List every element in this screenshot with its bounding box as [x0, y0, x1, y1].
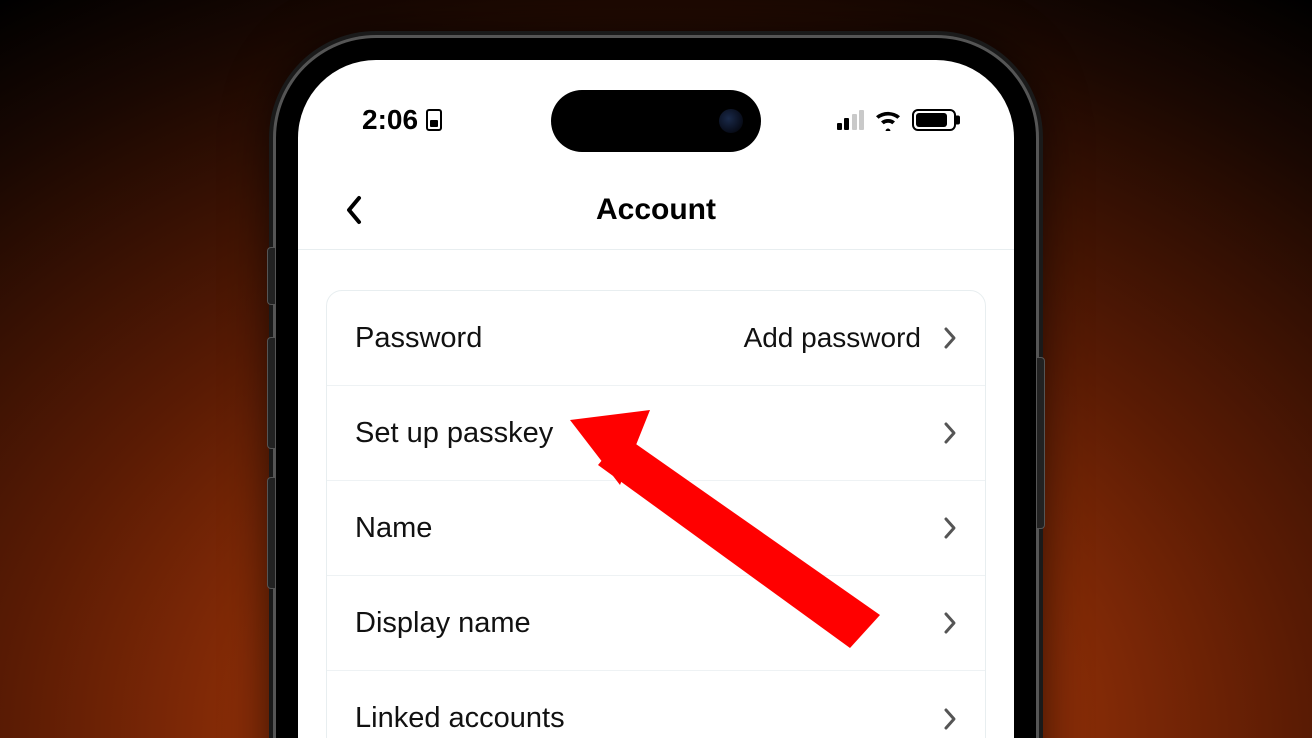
phone-volume-up-button	[268, 338, 275, 448]
row-label: Display name	[355, 607, 531, 640]
phone-side-button	[268, 248, 275, 304]
chevron-right-icon	[943, 707, 957, 731]
linked-accounts-row[interactable]: Linked accounts	[327, 671, 985, 738]
row-label: Linked accounts	[355, 702, 565, 735]
phone-volume-down-button	[268, 478, 275, 588]
sim-icon	[426, 109, 442, 131]
status-time: 2:06	[362, 104, 418, 136]
row-value: Add password	[744, 322, 921, 354]
chevron-right-icon	[943, 421, 957, 445]
dynamic-island	[551, 90, 761, 152]
chevron-right-icon	[943, 611, 957, 635]
row-label: Name	[355, 512, 432, 545]
chevron-right-icon	[943, 516, 957, 540]
back-button[interactable]	[334, 190, 374, 230]
name-row[interactable]: Name	[327, 481, 985, 576]
chevron-right-icon	[943, 326, 957, 350]
nav-bar: Account	[298, 170, 1014, 250]
settings-list: Password Add password Set up passkey	[326, 290, 986, 738]
set-up-passkey-row[interactable]: Set up passkey	[327, 386, 985, 481]
row-label: Password	[355, 322, 482, 355]
status-right	[837, 109, 957, 131]
wifi-icon	[874, 109, 902, 131]
phone-screen: 2:06	[298, 60, 1014, 738]
status-left: 2:06	[362, 104, 442, 136]
row-label: Set up passkey	[355, 417, 553, 450]
settings-content: Password Add password Set up passkey	[298, 250, 1014, 738]
battery-icon	[912, 109, 956, 131]
cellular-signal-icon	[837, 110, 865, 130]
page-title: Account	[596, 193, 716, 227]
phone-power-button	[1037, 358, 1044, 528]
phone-frame: 2:06	[276, 38, 1036, 738]
chevron-left-icon	[345, 195, 363, 225]
display-name-row[interactable]: Display name	[327, 576, 985, 671]
password-row[interactable]: Password Add password	[327, 291, 985, 386]
